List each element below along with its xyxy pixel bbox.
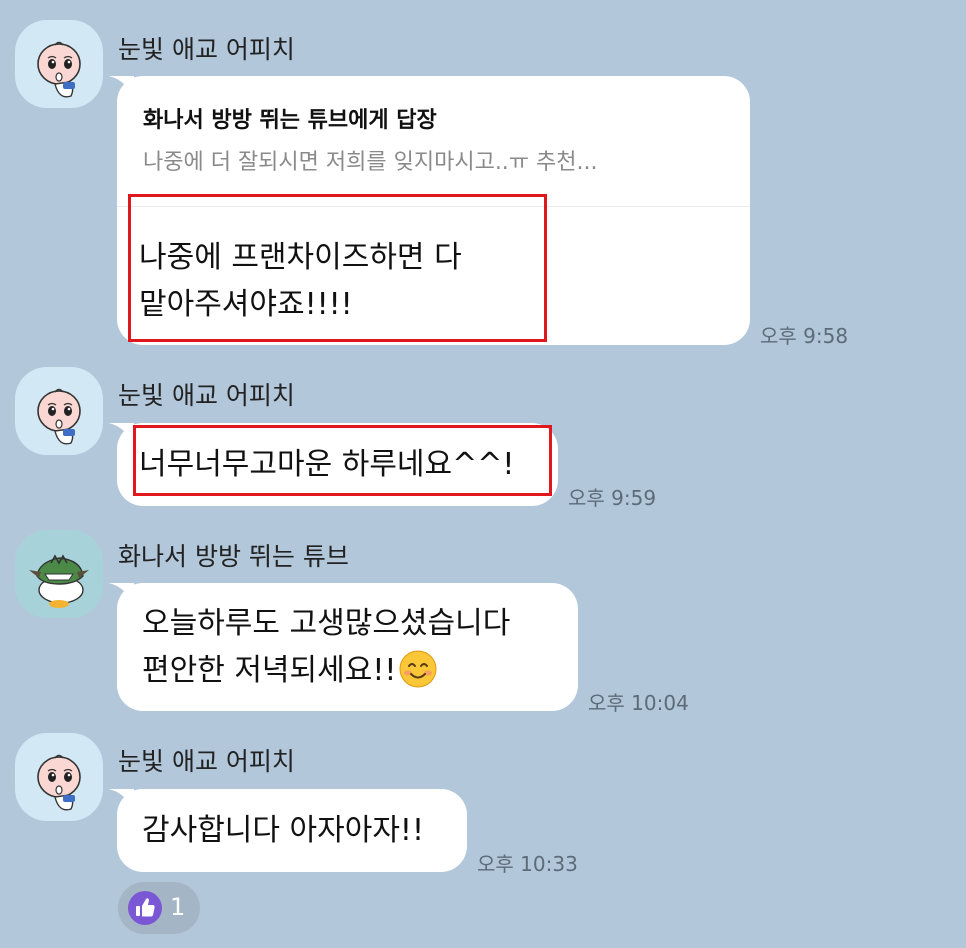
sender-avatar[interactable] — [15, 367, 103, 455]
message-line: 오늘하루도 고생많으셨습니다 — [142, 606, 511, 641]
message-line: 감사합니다 아자아자!! — [142, 813, 424, 848]
bubble-tail — [108, 789, 134, 809]
reaction-badge — [128, 891, 162, 925]
message-timestamp: 오후 10:33 — [477, 852, 578, 876]
sender-avatar[interactable] — [15, 733, 103, 821]
thumbs-up-icon — [136, 898, 155, 917]
bubble-tail — [108, 76, 134, 96]
smiling-face-emoji-icon — [399, 650, 437, 687]
message-timestamp: 오후 9:58 — [760, 324, 849, 348]
reaction-button[interactable]: 1 — [118, 882, 200, 934]
reply-quoted-preview[interactable]: 나중에 더 잘되시면 저희를 잊지마시고..ㅠ 추천... — [143, 144, 598, 176]
message-bubble[interactable]: 오늘하루도 고생많으셨습니다 편안한 저녁되세요!! — [108, 583, 578, 711]
sender-name: 눈빛 애교 어피치 — [118, 381, 295, 410]
sender-name: 눈빛 애교 어피치 — [118, 35, 295, 64]
reply-target-title[interactable]: 화나서 방방 뛰는 튜브에게 답장 — [143, 102, 437, 134]
bubble-tail — [108, 423, 134, 443]
message-text: 감사합니다 아자아자!! — [142, 807, 424, 854]
tube-character-icon — [29, 554, 89, 608]
highlight-box — [128, 194, 547, 342]
sender-avatar[interactable] — [15, 20, 103, 108]
bubble-tail — [108, 583, 134, 603]
apeach-character-icon — [37, 754, 81, 811]
sender-avatar[interactable] — [15, 530, 103, 618]
highlight-box — [133, 425, 552, 496]
reaction-count: 1 — [170, 893, 186, 921]
sender-name: 눈빛 애교 어피치 — [118, 747, 295, 776]
sender-name: 화나서 방방 뛰는 튜브 — [118, 542, 349, 571]
message-bubble[interactable]: 감사합니다 아자아자!! — [108, 789, 467, 872]
message-timestamp: 오후 10:04 — [588, 691, 689, 715]
message-timestamp: 오후 9:59 — [568, 486, 657, 510]
apeach-character-icon — [37, 41, 81, 98]
apeach-character-icon — [37, 388, 81, 445]
message-line: 편안한 저녁되세요!! — [142, 653, 397, 688]
message-text: 오늘하루도 고생많으셨습니다 편안한 저녁되세요!! — [142, 600, 510, 694]
message-line-with-emoji: 편안한 저녁되세요!! — [142, 647, 510, 694]
